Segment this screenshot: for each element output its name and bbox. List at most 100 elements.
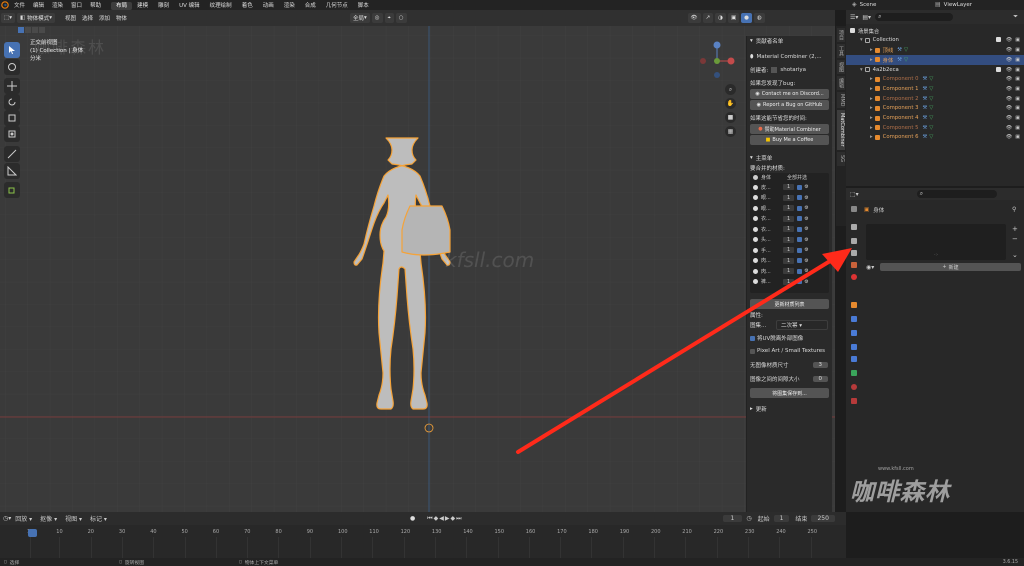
- visibility-icon[interactable]: 👁: [687, 13, 701, 23]
- credits-section-header[interactable]: ▾ 贡献者名单: [747, 36, 832, 46]
- sidebar-tab[interactable]: SG: [837, 152, 845, 166]
- viewlayer-selector[interactable]: ▤ ViewLayer: [935, 1, 972, 8]
- expand-arrow-icon[interactable]: ▾: [860, 67, 863, 73]
- list-item[interactable]: 眼... 1 ⚙: [750, 203, 829, 214]
- add-slot-icon[interactable]: +: [1012, 224, 1018, 234]
- remove-slot-icon[interactable]: −: [1012, 234, 1018, 244]
- outliner-filter-icon[interactable]: ▤▾: [862, 14, 871, 21]
- list-item[interactable]: 衣... 1 ⚙: [750, 214, 829, 225]
- material-settings-icon[interactable]: ⚙: [804, 268, 808, 274]
- materials-list[interactable]: 身体 全部并选 皮... 1 ⚙ 眼... 1 ⚙ 眼... 1 ⚙ 衣... 1 ⚙ 衣... 1 ⚙ 头.…: [750, 173, 829, 293]
- timeline-menu-item[interactable]: 标记 ▾: [90, 514, 107, 523]
- eye-icon[interactable]: 👁: [1006, 37, 1012, 43]
- eye-icon[interactable]: 👁: [1006, 96, 1012, 102]
- eye-icon[interactable]: 👁: [1006, 134, 1012, 140]
- blender-logo-icon[interactable]: [0, 0, 10, 10]
- exclude-checkbox[interactable]: [995, 66, 1001, 72]
- patreon-button[interactable]: ● 赞助Material Combiner: [750, 124, 829, 134]
- editor-type-icon[interactable]: ⬚▾: [1, 13, 15, 23]
- output-tab-icon[interactable]: [849, 236, 859, 246]
- max-size-field[interactable]: 3: [812, 362, 828, 368]
- list-item[interactable]: 肉... 1 ⚙: [750, 256, 829, 267]
- view-layer-tab-icon[interactable]: [849, 248, 859, 258]
- add-cube-tool-icon[interactable]: [4, 182, 20, 198]
- outliner-row[interactable]: 场景集合: [846, 26, 1024, 36]
- list-item[interactable]: 眼... 1 ⚙: [750, 193, 829, 204]
- material-qty-field[interactable]: 1: [783, 205, 795, 212]
- camera-render-icon[interactable]: ▣: [1015, 47, 1020, 53]
- navigation-gizmo[interactable]: [697, 41, 737, 81]
- save-atlas-button[interactable]: 将图集保存到...: [750, 388, 829, 398]
- main-menu-section-header[interactable]: ▾ 主菜单: [747, 153, 832, 163]
- transform-tool-icon[interactable]: [4, 126, 20, 142]
- measure-tool-icon[interactable]: [4, 163, 20, 179]
- update-section-header[interactable]: ▸ 更新: [747, 404, 832, 414]
- expand-arrow-icon[interactable]: ▸: [870, 57, 873, 63]
- expand-arrow-icon[interactable]: ▸: [870, 96, 873, 102]
- workspace-tab[interactable]: 几何节点: [321, 2, 353, 10]
- end-frame-field[interactable]: 250: [811, 515, 835, 522]
- github-button[interactable]: ◉ Report a Bug on GitHub: [750, 100, 829, 110]
- material-settings-icon[interactable]: ⚙: [804, 195, 808, 201]
- menu-item[interactable]: 帮助: [86, 3, 105, 9]
- list-item[interactable]: 肉... 1 ⚙: [750, 266, 829, 277]
- eye-icon[interactable]: 👁: [1006, 125, 1012, 131]
- transform-orientation[interactable]: 全局 ▾: [350, 13, 370, 23]
- material-qty-field[interactable]: 1: [783, 215, 795, 222]
- expand-arrow-icon[interactable]: ▸: [870, 105, 873, 111]
- material-checkbox[interactable]: [797, 205, 803, 211]
- material-qty-field[interactable]: 1: [783, 257, 795, 264]
- material-checkbox[interactable]: [797, 279, 803, 285]
- timeline-editor-icon[interactable]: ◷▾: [3, 515, 11, 522]
- sidebar-tab[interactable]: 编辑: [837, 76, 845, 90]
- eye-icon[interactable]: 👁: [1006, 115, 1012, 121]
- slot-resize-handle[interactable]: -:-: [934, 252, 938, 257]
- annotate-tool-icon[interactable]: [4, 146, 20, 162]
- rotate-tool-icon[interactable]: [4, 94, 20, 110]
- slot-specials-icon[interactable]: ⌄: [1012, 250, 1018, 260]
- record-icon[interactable]: ●: [410, 515, 415, 522]
- menu-item[interactable]: 渲染: [48, 3, 67, 9]
- pixel-option-row[interactable]: Pixel Art / Small Textures: [747, 346, 832, 356]
- data-tab-icon[interactable]: [849, 368, 859, 378]
- select-extend-icon[interactable]: [25, 27, 31, 33]
- material-settings-icon[interactable]: ⚙: [804, 205, 808, 211]
- sidebar-tab[interactable]: MatCombiner: [837, 110, 845, 150]
- scale-tool-icon[interactable]: [4, 110, 20, 126]
- list-item[interactable]: 皮... 1 ⚙: [750, 182, 829, 193]
- expand-arrow-icon[interactable]: ▸: [870, 47, 873, 53]
- outliner-type-icon[interactable]: ☰▾: [850, 14, 858, 21]
- outliner-row[interactable]: ▸ Component 0 ⚒ ▽ 👁 ▣: [846, 75, 1024, 85]
- material-qty-field[interactable]: 1: [783, 194, 795, 201]
- 3d-viewport[interactable]: 正交前视图 (1) Collection | 身体 分米 咖啡森林 kfsll.…: [0, 10, 835, 512]
- list-item[interactable]: 裤... 1 ⚙: [750, 277, 829, 288]
- sidebar-tab[interactable]: 项目: [837, 28, 845, 42]
- expand-arrow-icon[interactable]: ▸: [870, 134, 873, 140]
- constraints-tab-icon[interactable]: [849, 354, 859, 364]
- eye-icon[interactable]: 👁: [1006, 67, 1012, 73]
- sidebar-tab[interactable]: 视图: [837, 60, 845, 74]
- material-qty-field[interactable]: 1: [783, 236, 795, 243]
- camera-icon[interactable]: ■: [725, 112, 736, 123]
- proportional-edit-icon[interactable]: ○: [395, 13, 407, 23]
- character-mesh[interactable]: [0, 10, 835, 512]
- uv-option-row[interactable]: 将UV脱离外部图像: [747, 333, 832, 343]
- shading-material-icon[interactable]: ◍: [753, 13, 765, 23]
- scene-tab-icon[interactable]: [849, 260, 859, 270]
- viewport-menu-item[interactable]: 物体: [113, 14, 130, 22]
- eye-icon[interactable]: 👁: [1006, 57, 1012, 63]
- eye-icon[interactable]: 👁: [1006, 47, 1012, 53]
- select-tool-icon[interactable]: [4, 42, 20, 58]
- pivot-icon[interactable]: ◎: [371, 13, 383, 23]
- pan-hand-icon[interactable]: ✋: [725, 98, 736, 109]
- select-new-icon[interactable]: [18, 27, 24, 33]
- material-browse-icon[interactable]: ◉▾: [866, 264, 880, 271]
- outliner-row[interactable]: ▸ Component 4 ⚒ ▽ 👁 ▣: [846, 113, 1024, 123]
- select-all-button[interactable]: 全部并选: [787, 174, 807, 181]
- outliner-search-field[interactable]: ⌕: [875, 13, 954, 21]
- material-settings-icon[interactable]: ⚙: [804, 216, 808, 222]
- material-checkbox[interactable]: [797, 226, 803, 232]
- workspace-tab[interactable]: 渲染: [279, 2, 300, 10]
- material-qty-field[interactable]: 1: [783, 184, 795, 191]
- pin-icon[interactable]: ⚲: [1012, 206, 1016, 213]
